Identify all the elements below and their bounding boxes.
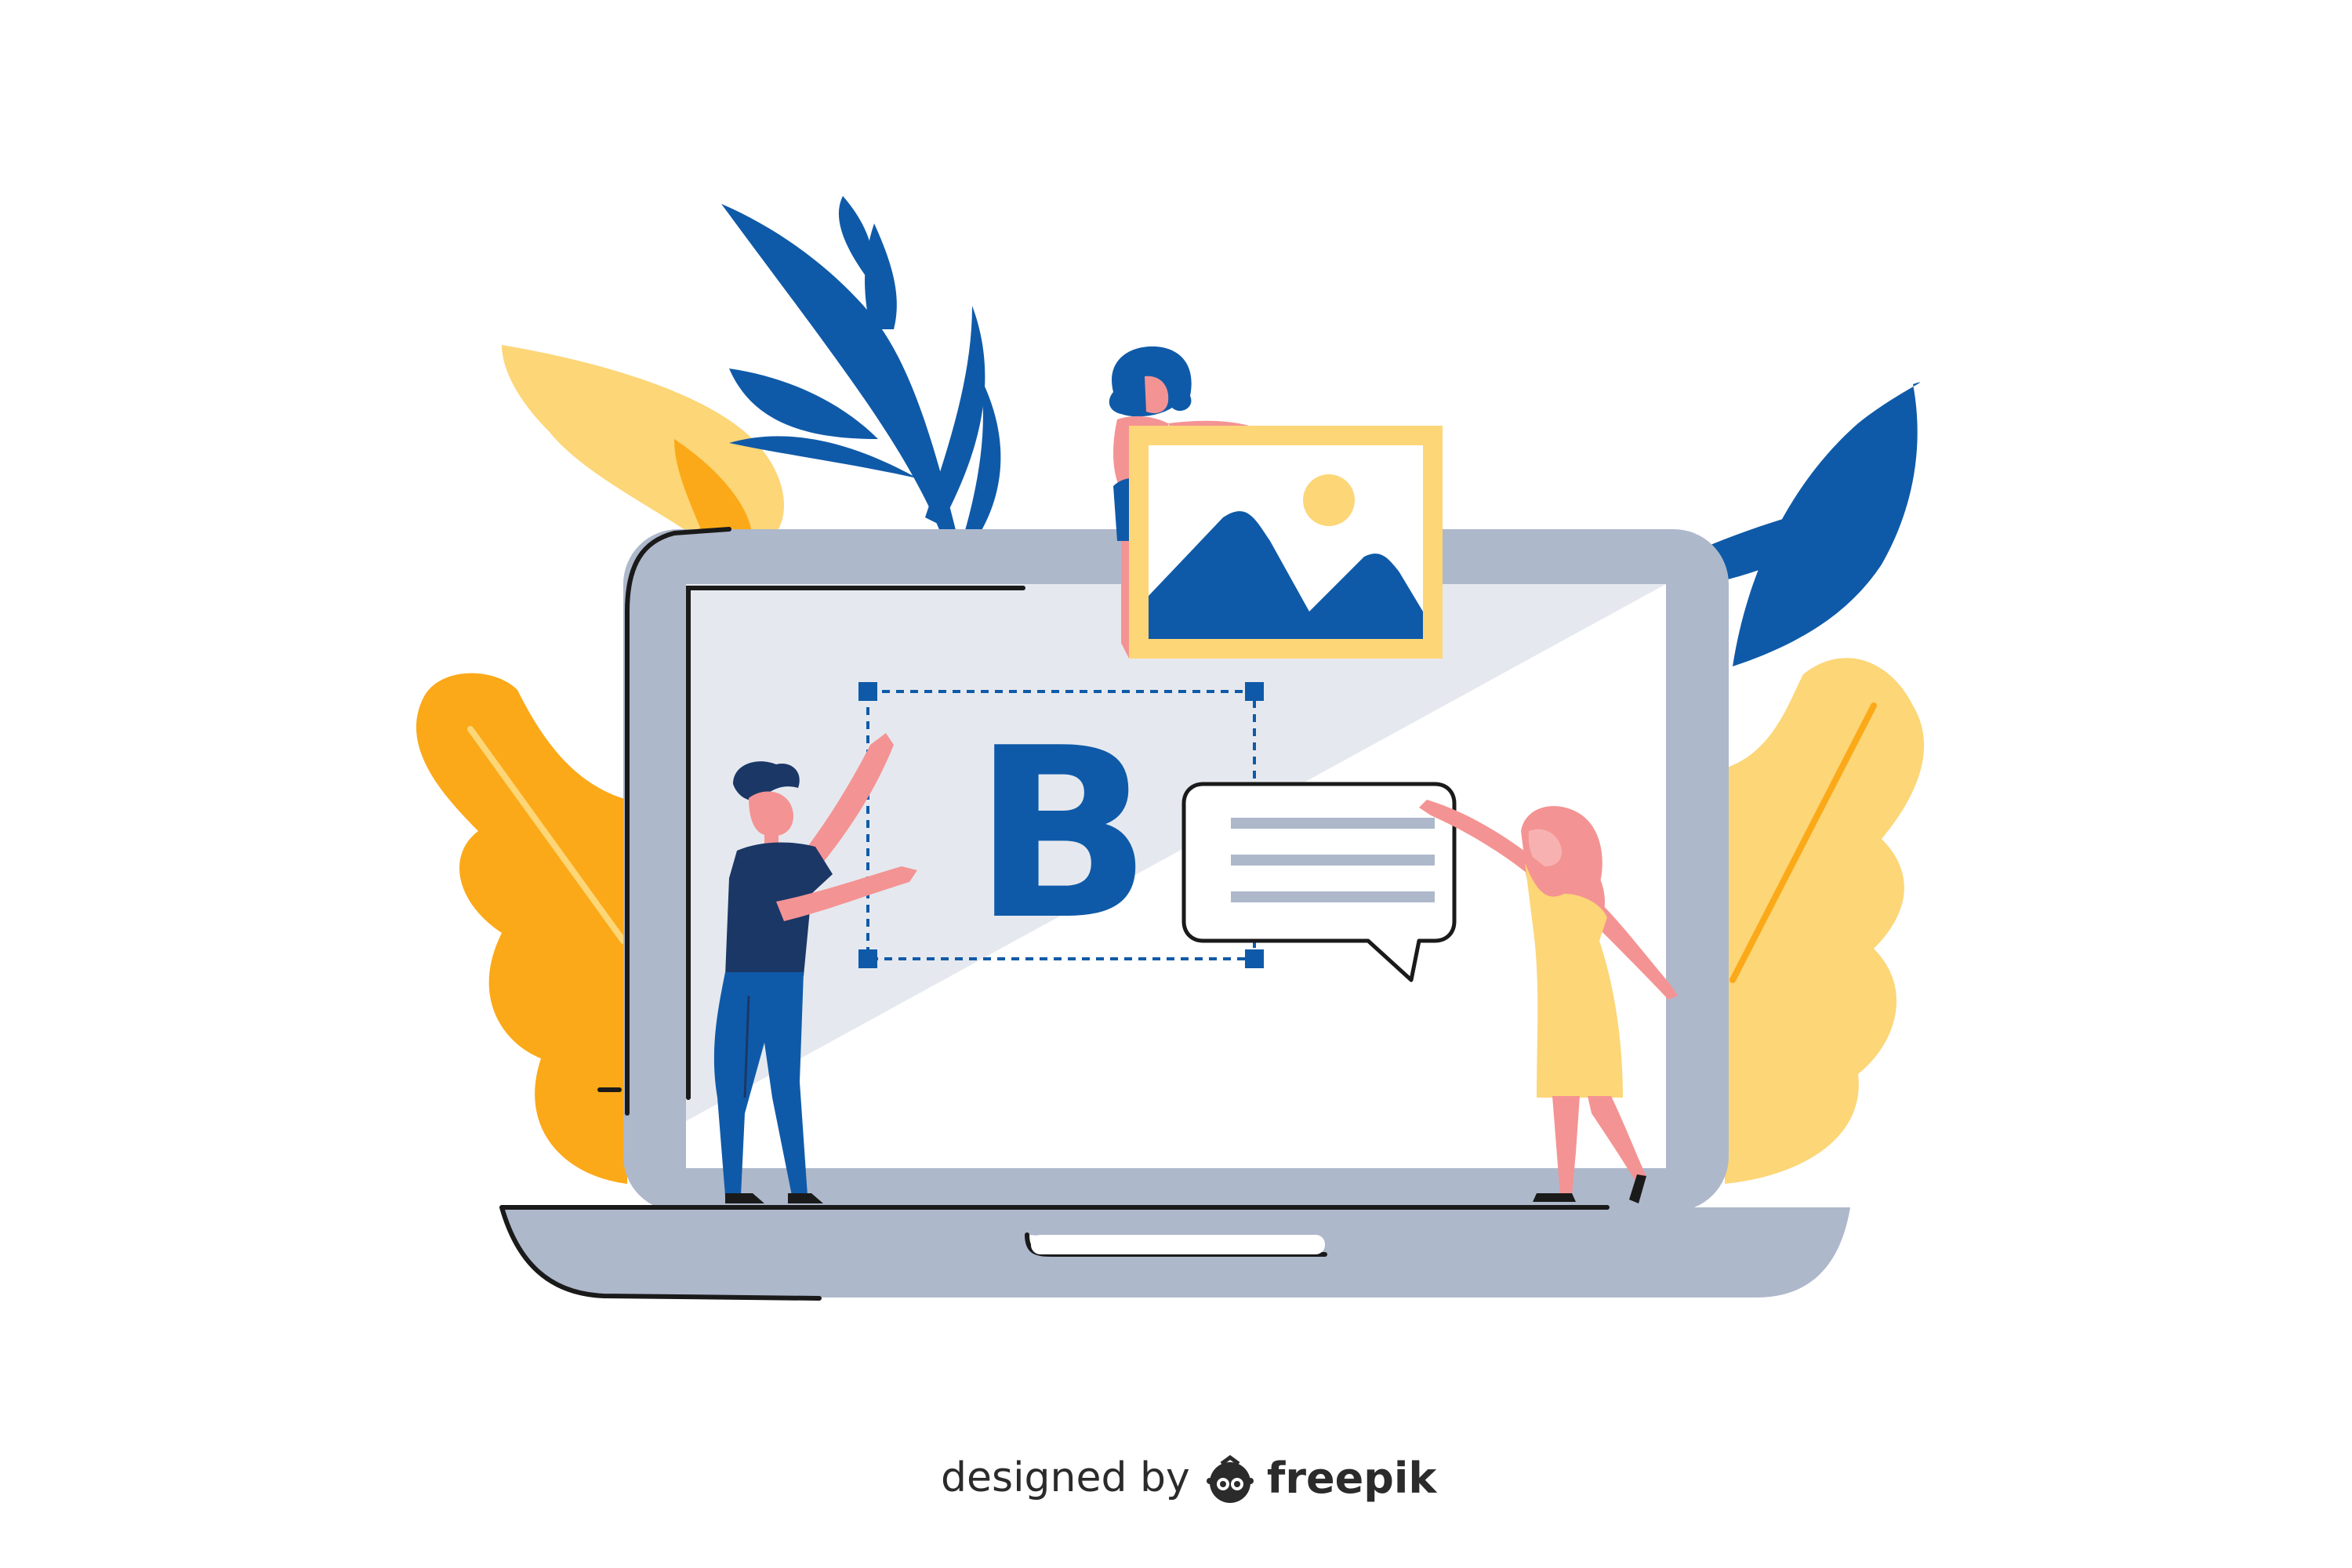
right-yellow-leaf xyxy=(1725,658,1925,1184)
laptop-notch-fill xyxy=(1031,1235,1325,1254)
speech-line-3 xyxy=(1231,891,1435,902)
woman-right-shoe-1 xyxy=(1533,1193,1576,1202)
speech-line-2 xyxy=(1231,855,1435,866)
selection-handle-bottom-right xyxy=(1245,949,1264,968)
freepik-logo-spacer xyxy=(1204,1454,1253,1502)
picture-sun-icon xyxy=(1303,474,1355,526)
designer-credit: designed by freepik xyxy=(941,1439,1436,1517)
picture-frame xyxy=(1129,426,1443,659)
selection-handle-bottom-left xyxy=(858,949,877,968)
selection-handle-top-right xyxy=(1245,682,1264,701)
laptop-editor-illustration: B xyxy=(416,196,1925,1503)
left-orange-leaf xyxy=(416,673,627,1184)
selection-handle-top-left xyxy=(858,682,877,701)
speech-line-1 xyxy=(1231,818,1435,829)
credit-brand: freepik xyxy=(1266,1453,1437,1503)
screen-letter-b: B xyxy=(973,698,1152,971)
credit-prefix: designed by xyxy=(941,1454,1190,1501)
